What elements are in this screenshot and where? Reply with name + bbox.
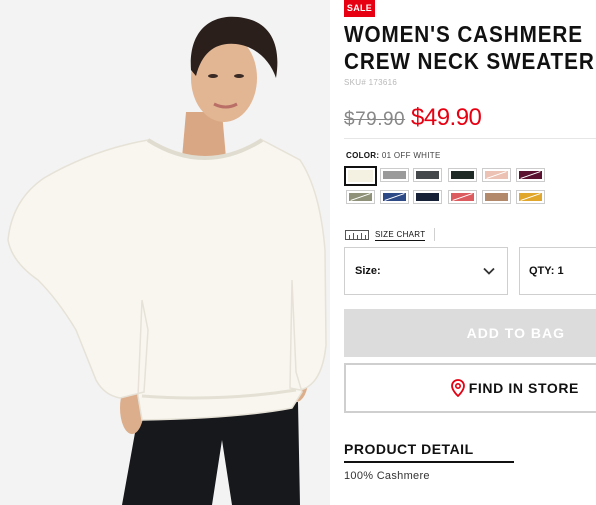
find-in-store-label: FIND IN STORE [468,380,579,396]
color-swatch-gray[interactable] [380,168,409,182]
quantity-select[interactable]: QTY: 1 [519,247,596,295]
product-image[interactable] [0,0,330,505]
color-swatch-navy[interactable] [413,190,442,204]
sale-slash-icon [520,171,541,179]
model-illustration [0,0,330,505]
add-to-bag-label: ADD TO BAG [466,325,565,341]
color-swatch-dark-green[interactable] [448,168,477,182]
size-select[interactable]: Size: [344,247,508,295]
location-pin-icon [450,379,465,397]
heading-underline [344,461,514,463]
color-swatch-camel[interactable] [482,190,511,204]
sale-slash-icon [350,193,371,201]
color-label-row: COLOR: 01 OFF WHITE [346,151,441,160]
sale-price: $49.90 [411,104,482,131]
find-in-store-button[interactable]: FIND IN STORE [344,363,596,413]
color-swatch-pink-beige[interactable] [482,168,511,182]
sale-slash-icon [486,171,507,179]
size-chart-link[interactable]: SIZE CHART [345,228,426,242]
sale-badge: SALE [344,0,375,17]
product-title-line1: WOMEN'S CASHMERE [344,21,583,47]
color-swatch-olive[interactable] [346,190,375,204]
color-value: 01 OFF WHITE [381,151,441,160]
size-select-label: Size: [355,265,381,277]
product-material: 100% Cashmere [344,470,430,482]
quantity-label: QTY: 1 [529,265,564,277]
divider [344,138,596,139]
original-price: $79.90 [344,109,406,130]
color-swatch-wine[interactable] [516,168,545,182]
sale-slash-icon [520,193,541,201]
sale-slash-icon [384,193,405,201]
sale-slash-icon [452,193,473,201]
product-title: WOMEN'S CASHMERE CREW NECK SWEATER [344,21,595,75]
color-swatch-mustard[interactable] [516,190,545,204]
sku-number: SKU# 173616 [344,78,398,87]
color-label: COLOR: [346,151,380,160]
color-swatch-off-white[interactable] [344,166,377,186]
chevron-down-icon [483,267,495,275]
divider [434,228,435,241]
add-to-bag-button[interactable]: ADD TO BAG [344,309,596,357]
ruler-icon [345,230,369,240]
color-swatch-dark-gray[interactable] [413,168,442,182]
product-detail-heading[interactable]: PRODUCT DETAIL [344,441,474,457]
color-swatch-blue[interactable] [380,190,409,204]
product-title-line2: CREW NECK SWEATER [344,48,595,74]
size-chart-label: SIZE CHART [375,229,426,241]
color-swatch-coral[interactable] [448,190,477,204]
